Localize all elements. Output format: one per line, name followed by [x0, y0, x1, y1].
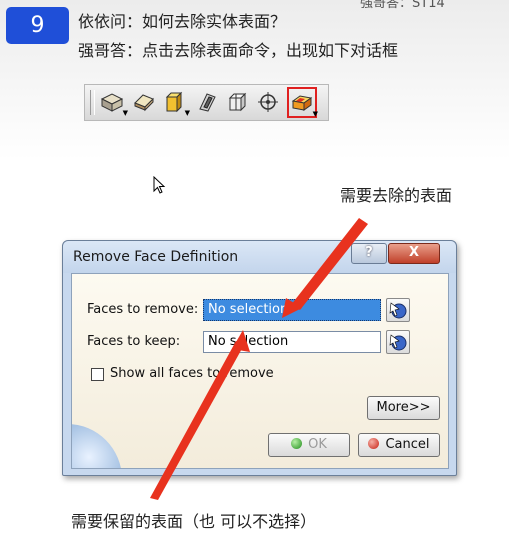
- help-button[interactable]: ?: [351, 243, 387, 264]
- dialog-client-area: Faces to remove: No selection Faces to k…: [71, 273, 449, 469]
- faces-to-keep-list-button[interactable]: [386, 330, 410, 354]
- sew-surface-icon[interactable]: [195, 89, 221, 115]
- dropdown-arrow-icon[interactable]: ▼: [185, 109, 190, 117]
- mouse-cursor-icon: [153, 176, 166, 194]
- volumes-toolbar: ▼ ▼ ▼: [84, 84, 329, 121]
- faces-to-keep-field[interactable]: No selection: [203, 331, 381, 353]
- annotation-remove-face: 需要去除的表面: [340, 186, 453, 205]
- dialog-title: Remove Face Definition: [73, 249, 239, 265]
- toolbar-grip[interactable]: [90, 90, 95, 115]
- remove-face-icon[interactable]: ▼: [287, 87, 318, 118]
- dropdown-arrow-icon[interactable]: ▼: [313, 110, 318, 118]
- ok-label: OK: [308, 437, 327, 452]
- thread-icon[interactable]: [255, 89, 281, 115]
- question-text: 依依问：如何去除实体表面？: [78, 12, 287, 31]
- thickness-icon[interactable]: [131, 89, 157, 115]
- show-all-faces-label: Show all faces to remove: [110, 366, 274, 381]
- cancel-icon: [368, 438, 380, 449]
- dropdown-arrow-icon[interactable]: ▼: [123, 109, 128, 117]
- show-all-faces-checkbox[interactable]: [91, 368, 104, 381]
- slide-number-badge: 9: [6, 7, 69, 44]
- more-button[interactable]: More>>: [367, 396, 440, 420]
- ok-button[interactable]: OK: [268, 433, 350, 457]
- faces-to-remove-list-button[interactable]: [386, 298, 410, 322]
- faces-to-keep-label: Faces to keep:: [87, 334, 181, 349]
- annotation-keep-face: 需要保留的表面（也 可以不选择）: [71, 512, 317, 531]
- split-icon[interactable]: [225, 89, 251, 115]
- faces-to-remove-label: Faces to remove:: [87, 302, 199, 317]
- selection-list-icon: [389, 334, 407, 351]
- answer-text: 强哥答：点击去除表面命令，出现如下对话框: [78, 41, 399, 60]
- dialog-title-bar[interactable]: Remove Face Definition ? X: [63, 241, 456, 273]
- selection-list-icon: [389, 302, 407, 319]
- remove-face-dialog: Remove Face Definition ? X Faces to remo…: [62, 240, 457, 476]
- cutoff-header-text: 强哥答：ST14: [360, 0, 445, 11]
- close-button[interactable]: X: [388, 243, 440, 264]
- cancel-label: Cancel: [385, 437, 430, 452]
- catia-logo-swoosh: [72, 424, 122, 468]
- faces-to-remove-field[interactable]: No selection: [203, 299, 381, 321]
- shell-icon[interactable]: ▼: [99, 89, 128, 117]
- ok-icon: [291, 438, 303, 449]
- solid-icon[interactable]: ▼: [161, 89, 190, 117]
- cancel-button[interactable]: Cancel: [358, 433, 440, 457]
